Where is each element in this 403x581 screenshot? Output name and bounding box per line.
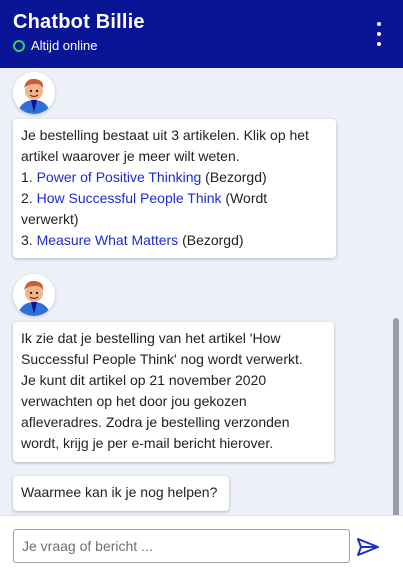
message-text: Ik zie dat je bestelling van het artikel… <box>21 330 281 346</box>
bot-avatar-icon <box>13 274 55 316</box>
item-number: 3. <box>21 232 37 248</box>
order-item-link-2[interactable]: How Successful People Think <box>37 190 222 206</box>
item-status: (Bezorgd) <box>178 232 244 248</box>
item-status: (Bezorgd) <box>201 169 267 185</box>
bot-message-order-items: Je bestelling bestaat uit 3 artikelen. K… <box>13 119 336 258</box>
item-number: 1. <box>21 169 37 185</box>
order-item-1: 1. Power of Positive Thinking (Bezorgd) <box>21 167 328 188</box>
message-text: Waarmee kan ik je nog helpen? <box>21 484 218 500</box>
message-text: afleveradres. Zodra je bestelling verzon… <box>21 414 290 430</box>
menu-dot <box>377 32 381 36</box>
order-item-2: 2. How Successful People Think (Wordt <box>21 188 328 209</box>
send-icon <box>357 538 379 556</box>
menu-dot <box>377 42 381 46</box>
chat-scrollbar[interactable] <box>393 318 399 515</box>
message-list[interactable]: Je bestelling bestaat uit 3 artikelen. K… <box>0 68 403 515</box>
message-text: Je bestelling bestaat uit 3 artikelen. K… <box>21 127 309 143</box>
chat-header: Chatbot Billie Altijd online <box>0 0 403 68</box>
menu-dot <box>377 22 381 26</box>
bot-message-help: Waarmee kan ik je nog helpen? <box>13 476 229 511</box>
online-indicator-icon <box>13 39 25 52</box>
message-text: Successful People Think' nog wordt verwe… <box>21 351 303 367</box>
status-label: Altijd online <box>31 38 98 53</box>
message-text: Je kunt dit artikel op 21 november 2020 <box>21 372 267 388</box>
message-input[interactable] <box>13 529 350 563</box>
bot-message-order-status: Ik zie dat je bestelling van het artikel… <box>13 322 334 462</box>
composer <box>0 515 403 581</box>
item-status: (Wordt <box>221 190 268 206</box>
order-item-3: 3. Measure What Matters (Bezorgd) <box>21 230 328 251</box>
bot-avatar-icon <box>13 72 55 114</box>
message-text: verwachten op het door jou gekozen <box>21 393 247 409</box>
order-item-link-1[interactable]: Power of Positive Thinking <box>37 169 202 185</box>
chat-title: Chatbot Billie <box>13 11 145 33</box>
item-number: 2. <box>21 190 37 206</box>
kebab-menu-icon[interactable] <box>375 22 383 46</box>
item-status: verwerkt) <box>21 211 79 227</box>
message-text: wordt, krijg je per e-mail bericht hiero… <box>21 435 274 451</box>
send-button[interactable] <box>355 534 381 560</box>
message-text: artikel waarover je meer wilt weten. <box>21 148 240 164</box>
order-item-link-3[interactable]: Measure What Matters <box>37 232 179 248</box>
chat-widget: Chatbot Billie Altijd online Je bestelli… <box>0 0 403 581</box>
online-status: Altijd online <box>13 38 98 53</box>
